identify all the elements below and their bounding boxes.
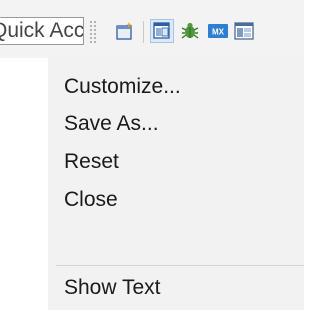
svg-text:MX: MX xyxy=(212,28,225,37)
mx-icon: MX xyxy=(206,19,230,43)
perspective-button[interactable] xyxy=(232,19,256,43)
open-perspective-icon xyxy=(151,20,173,42)
toolbar-context-menu: Customize... Save As... Reset Close Show… xyxy=(48,58,304,310)
new-wizard-button[interactable] xyxy=(113,19,137,43)
debug-perspective-icon xyxy=(178,19,202,43)
menu-item-close[interactable]: Close xyxy=(64,185,118,215)
quick-access-text: Quick Access xyxy=(0,19,84,42)
quick-access-field[interactable]: Quick Access xyxy=(0,17,84,45)
menu-separator xyxy=(56,265,304,266)
menu-item-show-text[interactable]: Show Text xyxy=(64,273,161,303)
menu-item-reset[interactable]: Reset xyxy=(64,147,119,177)
main-toolbar: Quick Access xyxy=(0,0,304,58)
toolbar-grip-handle[interactable] xyxy=(89,20,97,44)
debug-perspective-button[interactable] xyxy=(178,19,202,43)
menu-item-customize[interactable]: Customize... xyxy=(64,72,181,102)
new-wizard-icon xyxy=(113,19,137,43)
toolbar-separator xyxy=(143,21,144,43)
mx-button[interactable]: MX xyxy=(206,19,230,43)
menu-item-save-as[interactable]: Save As... xyxy=(64,109,159,139)
open-perspective-button[interactable] xyxy=(150,19,174,43)
perspective-icon xyxy=(232,19,256,43)
